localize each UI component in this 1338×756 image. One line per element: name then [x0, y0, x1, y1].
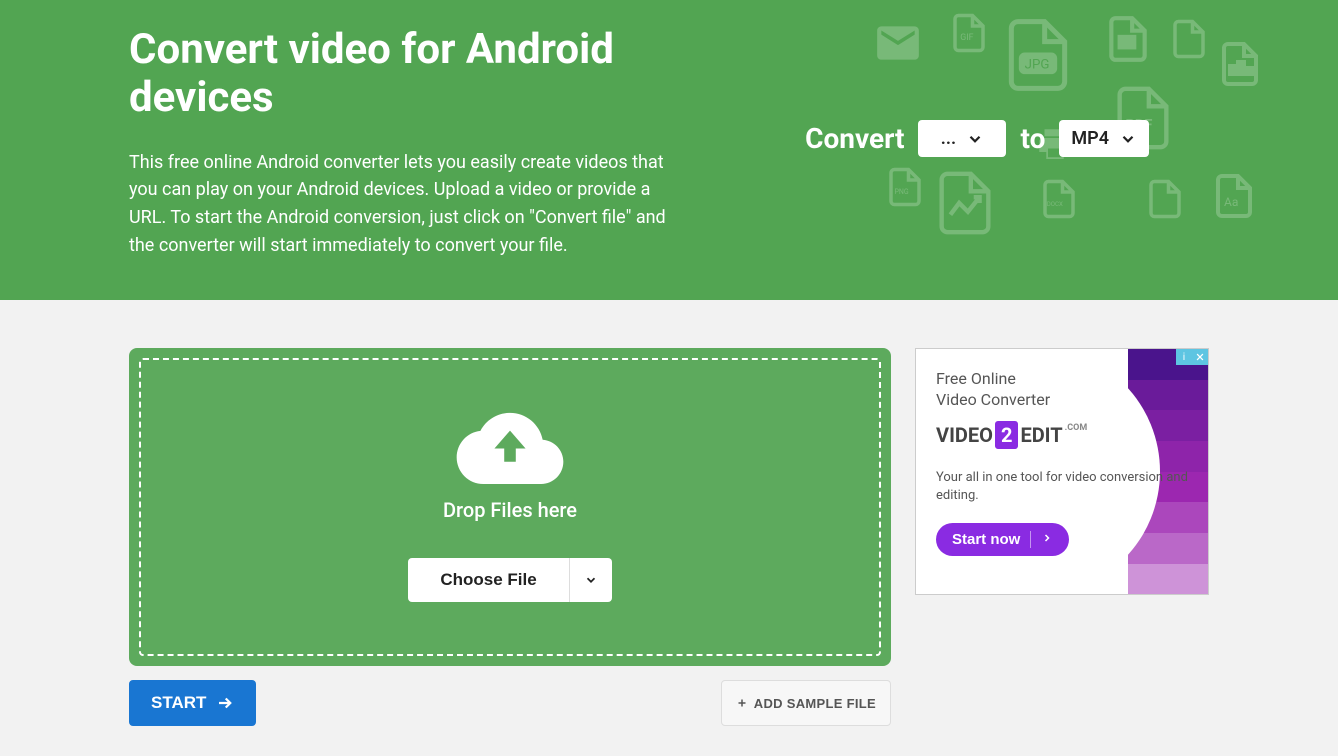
arrow-right-icon	[216, 694, 234, 712]
ad-subtitle: Your all in one tool for video conversio…	[936, 469, 1188, 505]
ad-title: Free OnlineVideo Converter	[936, 369, 1188, 411]
cloud-upload-icon	[455, 404, 565, 484]
to-label: to	[1020, 122, 1045, 155]
add-sample-file-button[interactable]: ADD SAMPLE FILE	[721, 680, 891, 726]
chevron-right-icon	[1041, 532, 1053, 544]
chevron-down-icon	[966, 130, 984, 148]
choose-file-dropdown[interactable]	[569, 558, 612, 602]
convert-to-value: MP4	[1071, 128, 1109, 149]
ad-cta-label: Start now	[952, 531, 1020, 548]
convert-to-select[interactable]: MP4	[1059, 120, 1149, 157]
choose-file-button[interactable]: Choose File	[408, 558, 568, 602]
drop-zone[interactable]: Drop Files here Choose File	[129, 348, 891, 666]
start-button[interactable]: START	[129, 680, 256, 726]
ad-cta-button[interactable]: Start now	[936, 523, 1069, 556]
ad-box: i Free OnlineVideo Converter VIDEO 2 EDI…	[915, 348, 1209, 595]
start-label: START	[151, 693, 206, 713]
drop-text: Drop Files here	[443, 498, 577, 522]
page-title: Convert video for Android devices	[129, 26, 689, 123]
convert-from-value: ...	[941, 128, 956, 149]
chevron-down-icon	[584, 573, 598, 587]
chevron-down-icon	[1119, 130, 1137, 148]
sample-label: ADD SAMPLE FILE	[754, 696, 876, 711]
plus-icon	[736, 697, 748, 709]
convert-label: Convert	[805, 122, 904, 155]
hero-section: GIF JPG PDF PNG DOCX Aa Convert video fo…	[0, 0, 1338, 300]
page-description: This free online Android converter lets …	[129, 149, 689, 261]
convert-from-select[interactable]: ...	[918, 120, 1006, 157]
ad-logo: VIDEO 2 EDIT .COM	[936, 421, 1188, 449]
convert-bar: Convert ... to MP4	[805, 120, 1149, 157]
